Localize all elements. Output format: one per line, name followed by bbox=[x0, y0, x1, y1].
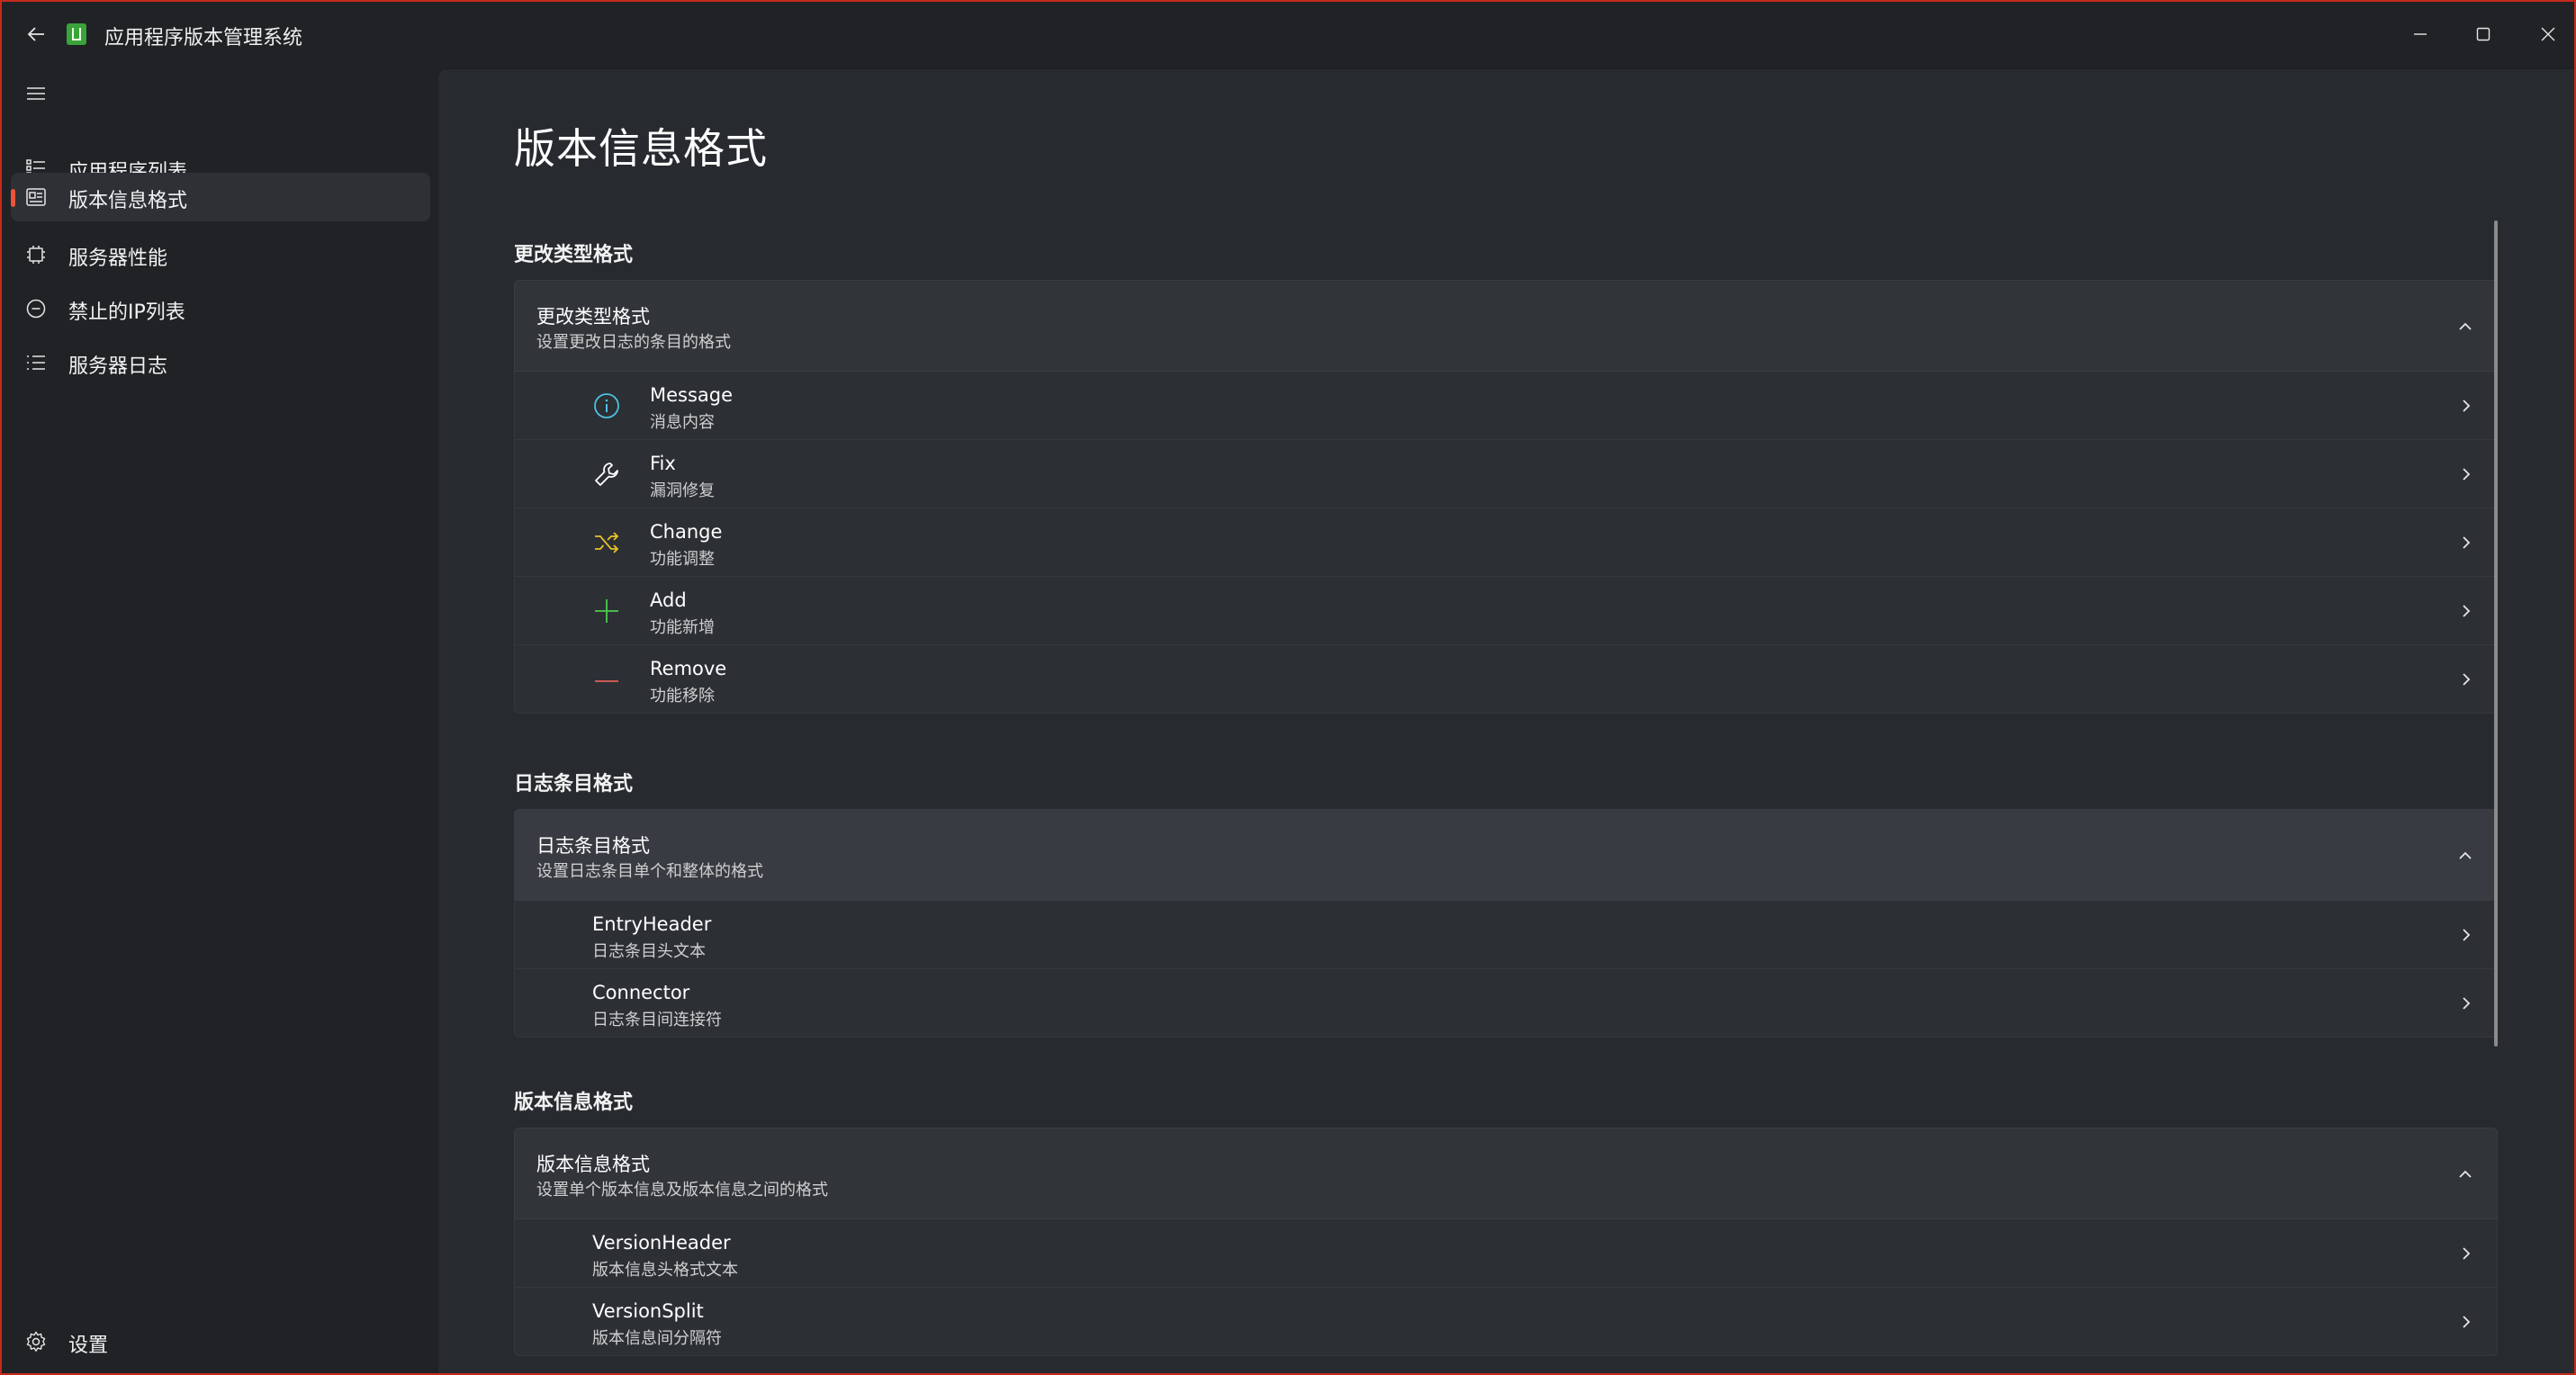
chevron-up-icon[interactable] bbox=[2454, 1163, 2477, 1186]
maximize-icon bbox=[2476, 27, 2490, 41]
section-heading: 日志条目格式 bbox=[514, 773, 634, 795]
app-title: 应用程序版本管理系统 bbox=[104, 27, 303, 49]
list-item-version-split[interactable]: VersionSplit 版本信息间分隔符 bbox=[514, 1288, 2498, 1356]
sidebar-item-server-log[interactable]: 服务器日志 bbox=[11, 338, 430, 387]
list-item-version-header[interactable]: VersionHeader 版本信息头格式文本 bbox=[514, 1219, 2498, 1288]
app-logo-icon bbox=[67, 23, 86, 45]
navigation-pane: 应用程序列表 版本信息格式 服务器性能 禁止的IP列表 服务器日志 设置 bbox=[2, 67, 437, 1373]
maximize-button[interactable] bbox=[2463, 14, 2504, 54]
close-button[interactable] bbox=[2527, 14, 2569, 54]
row-title: Change bbox=[650, 521, 723, 543]
row-title: Connector bbox=[592, 982, 690, 1003]
row-title: VersionHeader bbox=[592, 1232, 731, 1254]
chevron-right-icon bbox=[2463, 929, 2471, 941]
expander-title: 版本信息格式 bbox=[536, 1154, 650, 1175]
page-title: 版本信息格式 bbox=[514, 124, 768, 173]
list-item-remove[interactable]: Remove 功能移除 bbox=[514, 645, 2498, 714]
chevron-right-icon bbox=[2463, 468, 2471, 481]
chevron-right-icon bbox=[2463, 1247, 2471, 1260]
row-subtitle: 消息内容 bbox=[650, 413, 715, 432]
list-item-fix[interactable]: Fix 漏洞修复 bbox=[514, 440, 2498, 508]
sidebar-item-label: 服务器日志 bbox=[68, 355, 168, 378]
list-item-entry-header[interactable]: EntryHeader 日志条目头文本 bbox=[514, 901, 2498, 969]
title-bar: 应用程序版本管理系统 bbox=[2, 2, 2574, 67]
chevron-up-icon[interactable] bbox=[2454, 315, 2477, 338]
sidebar-item-version-format[interactable]: 版本信息格式 bbox=[11, 173, 430, 221]
row-subtitle: 功能新增 bbox=[650, 618, 715, 637]
selection-indicator bbox=[11, 189, 15, 207]
sidebar-item-label: 禁止的IP列表 bbox=[68, 301, 185, 324]
row-title: Remove bbox=[650, 658, 727, 679]
minimize-icon bbox=[2414, 33, 2427, 35]
list-item-message[interactable]: Message 消息内容 bbox=[514, 372, 2498, 440]
format-card-icon bbox=[26, 188, 46, 206]
list-icon bbox=[27, 355, 45, 370]
row-subtitle: 日志条目头文本 bbox=[592, 942, 706, 961]
row-subtitle: 版本信息头格式文本 bbox=[592, 1261, 738, 1280]
chevron-up-icon[interactable] bbox=[2454, 844, 2477, 867]
expander-title: 更改类型格式 bbox=[536, 306, 650, 328]
chevron-right-icon bbox=[2463, 997, 2471, 1010]
row-title: Add bbox=[650, 589, 687, 611]
row-subtitle: 版本信息间分隔符 bbox=[592, 1329, 722, 1348]
chevron-right-icon bbox=[2463, 1316, 2471, 1328]
row-subtitle: 漏洞修复 bbox=[650, 481, 715, 500]
expander-subtitle: 设置单个版本信息及版本信息之间的格式 bbox=[536, 1181, 828, 1200]
block-circle-icon bbox=[26, 299, 46, 319]
sidebar-item-banned-ip-list[interactable]: 禁止的IP列表 bbox=[11, 284, 430, 333]
list-item-connector[interactable]: Connector 日志条目间连接符 bbox=[514, 969, 2498, 1038]
expander-title: 日志条目格式 bbox=[536, 835, 650, 857]
gear-icon bbox=[26, 1331, 46, 1353]
row-subtitle: 功能移除 bbox=[650, 687, 715, 705]
vertical-scrollbar[interactable] bbox=[2494, 220, 2498, 1047]
minimize-button[interactable] bbox=[2400, 14, 2441, 54]
row-subtitle: 日志条目间连接符 bbox=[592, 1011, 722, 1029]
expander-subtitle: 设置日志条目单个和整体的格式 bbox=[536, 862, 763, 881]
section-heading: 版本信息格式 bbox=[514, 1092, 634, 1114]
shuffle-icon bbox=[595, 532, 619, 553]
app-window: 应用程序版本管理系统 应用程序列表 版本信息格式 服务器性能 bbox=[0, 0, 2576, 1375]
list-item-add[interactable]: Add 功能新增 bbox=[514, 577, 2498, 645]
row-title: Message bbox=[650, 384, 734, 406]
chevron-right-icon bbox=[2463, 605, 2471, 617]
expander-subtitle: 设置更改日志的条目的格式 bbox=[536, 333, 731, 352]
plus-icon bbox=[595, 599, 618, 623]
list-item-change[interactable]: Change 功能调整 bbox=[514, 508, 2498, 577]
row-title: Fix bbox=[650, 453, 676, 474]
close-icon bbox=[2541, 27, 2555, 41]
chevron-right-icon bbox=[2463, 673, 2471, 686]
info-icon bbox=[594, 393, 619, 418]
row-subtitle: 功能调整 bbox=[650, 550, 715, 569]
back-button[interactable] bbox=[18, 16, 54, 52]
chevron-right-icon bbox=[2463, 536, 2471, 549]
hamburger-icon bbox=[27, 87, 45, 100]
expander-header-change-type[interactable]: 更改类型格式 设置更改日志的条目的格式 bbox=[514, 280, 2498, 372]
sidebar-item-settings[interactable]: 设置 bbox=[11, 1317, 430, 1366]
sidebar-item-label: 设置 bbox=[68, 1335, 109, 1357]
sidebar-item-server-performance[interactable]: 服务器性能 bbox=[11, 230, 430, 279]
arrow-left-icon bbox=[27, 27, 44, 41]
minus-icon bbox=[595, 680, 618, 682]
row-title: EntryHeader bbox=[592, 913, 712, 935]
content-frame: 版本信息格式 更改类型格式 更改类型格式 设置更改日志的条目的格式 Messag… bbox=[437, 68, 2574, 1373]
sidebar-item-label: 服务器性能 bbox=[68, 247, 168, 270]
sidebar-item-label: 版本信息格式 bbox=[68, 190, 188, 212]
expander-header-version-info[interactable]: 版本信息格式 设置单个版本信息及版本信息之间的格式 bbox=[514, 1128, 2498, 1219]
chevron-right-icon bbox=[2463, 400, 2471, 412]
menu-toggle-button[interactable] bbox=[18, 76, 54, 112]
wrench-icon bbox=[595, 463, 618, 486]
cpu-chip-icon bbox=[27, 246, 45, 264]
expander-header-log-entry[interactable]: 日志条目格式 设置日志条目单个和整体的格式 bbox=[514, 809, 2498, 901]
section-heading: 更改类型格式 bbox=[514, 244, 634, 266]
row-title: VersionSplit bbox=[592, 1300, 704, 1322]
